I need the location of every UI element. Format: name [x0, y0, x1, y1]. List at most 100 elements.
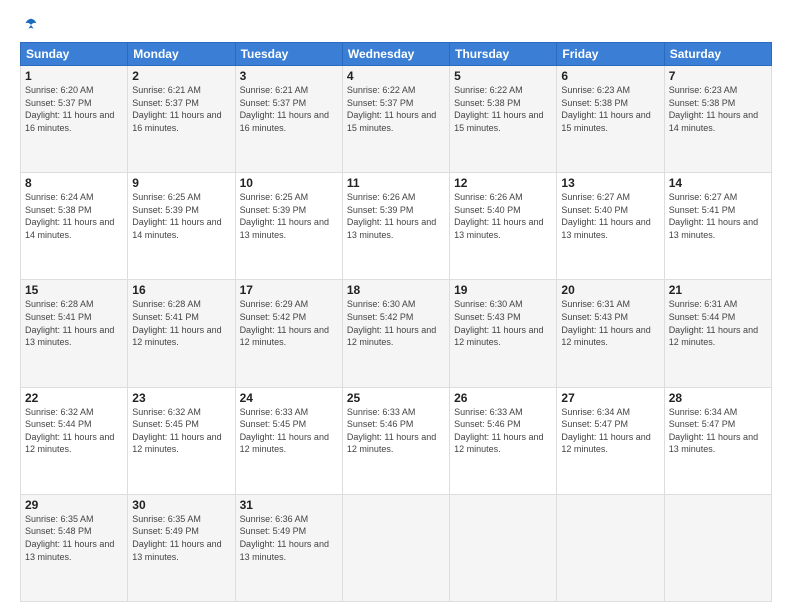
calendar-col-saturday: Saturday	[664, 43, 771, 66]
day-info: Sunrise: 6:28 AMSunset: 5:41 PMDaylight:…	[132, 298, 230, 348]
day-info: Sunrise: 6:31 AMSunset: 5:43 PMDaylight:…	[561, 298, 659, 348]
day-number: 21	[669, 283, 767, 297]
day-info: Sunrise: 6:29 AMSunset: 5:42 PMDaylight:…	[240, 298, 338, 348]
day-number: 30	[132, 498, 230, 512]
day-number: 3	[240, 69, 338, 83]
calendar-cell: 4Sunrise: 6:22 AMSunset: 5:37 PMDaylight…	[342, 66, 449, 173]
day-number: 26	[454, 391, 552, 405]
day-number: 7	[669, 69, 767, 83]
day-info: Sunrise: 6:25 AMSunset: 5:39 PMDaylight:…	[132, 191, 230, 241]
logo	[20, 16, 40, 34]
day-number: 29	[25, 498, 123, 512]
day-info: Sunrise: 6:22 AMSunset: 5:38 PMDaylight:…	[454, 84, 552, 134]
calendar-cell: 6Sunrise: 6:23 AMSunset: 5:38 PMDaylight…	[557, 66, 664, 173]
day-info: Sunrise: 6:32 AMSunset: 5:45 PMDaylight:…	[132, 406, 230, 456]
day-info: Sunrise: 6:33 AMSunset: 5:46 PMDaylight:…	[347, 406, 445, 456]
day-number: 17	[240, 283, 338, 297]
day-info: Sunrise: 6:20 AMSunset: 5:37 PMDaylight:…	[25, 84, 123, 134]
day-number: 9	[132, 176, 230, 190]
day-info: Sunrise: 6:27 AMSunset: 5:40 PMDaylight:…	[561, 191, 659, 241]
day-info: Sunrise: 6:35 AMSunset: 5:49 PMDaylight:…	[132, 513, 230, 563]
calendar-col-sunday: Sunday	[21, 43, 128, 66]
calendar-cell: 1Sunrise: 6:20 AMSunset: 5:37 PMDaylight…	[21, 66, 128, 173]
day-number: 6	[561, 69, 659, 83]
calendar-cell: 23Sunrise: 6:32 AMSunset: 5:45 PMDayligh…	[128, 387, 235, 494]
calendar-week-row: 15Sunrise: 6:28 AMSunset: 5:41 PMDayligh…	[21, 280, 772, 387]
day-info: Sunrise: 6:28 AMSunset: 5:41 PMDaylight:…	[25, 298, 123, 348]
day-number: 18	[347, 283, 445, 297]
calendar-header-row: SundayMondayTuesdayWednesdayThursdayFrid…	[21, 43, 772, 66]
day-number: 28	[669, 391, 767, 405]
calendar-cell	[342, 494, 449, 601]
day-info: Sunrise: 6:22 AMSunset: 5:37 PMDaylight:…	[347, 84, 445, 134]
calendar-table: SundayMondayTuesdayWednesdayThursdayFrid…	[20, 42, 772, 602]
day-number: 16	[132, 283, 230, 297]
page: SundayMondayTuesdayWednesdayThursdayFrid…	[0, 0, 792, 612]
calendar-cell: 12Sunrise: 6:26 AMSunset: 5:40 PMDayligh…	[450, 173, 557, 280]
calendar-cell: 10Sunrise: 6:25 AMSunset: 5:39 PMDayligh…	[235, 173, 342, 280]
calendar-col-tuesday: Tuesday	[235, 43, 342, 66]
day-number: 15	[25, 283, 123, 297]
calendar-col-friday: Friday	[557, 43, 664, 66]
calendar-cell: 17Sunrise: 6:29 AMSunset: 5:42 PMDayligh…	[235, 280, 342, 387]
day-info: Sunrise: 6:31 AMSunset: 5:44 PMDaylight:…	[669, 298, 767, 348]
header	[20, 16, 772, 34]
day-info: Sunrise: 6:35 AMSunset: 5:48 PMDaylight:…	[25, 513, 123, 563]
calendar-week-row: 29Sunrise: 6:35 AMSunset: 5:48 PMDayligh…	[21, 494, 772, 601]
calendar-cell: 14Sunrise: 6:27 AMSunset: 5:41 PMDayligh…	[664, 173, 771, 280]
calendar-cell: 27Sunrise: 6:34 AMSunset: 5:47 PMDayligh…	[557, 387, 664, 494]
calendar-cell: 29Sunrise: 6:35 AMSunset: 5:48 PMDayligh…	[21, 494, 128, 601]
day-info: Sunrise: 6:33 AMSunset: 5:45 PMDaylight:…	[240, 406, 338, 456]
day-info: Sunrise: 6:34 AMSunset: 5:47 PMDaylight:…	[669, 406, 767, 456]
calendar-cell: 15Sunrise: 6:28 AMSunset: 5:41 PMDayligh…	[21, 280, 128, 387]
day-number: 27	[561, 391, 659, 405]
day-number: 8	[25, 176, 123, 190]
day-number: 1	[25, 69, 123, 83]
calendar-week-row: 22Sunrise: 6:32 AMSunset: 5:44 PMDayligh…	[21, 387, 772, 494]
calendar-cell: 26Sunrise: 6:33 AMSunset: 5:46 PMDayligh…	[450, 387, 557, 494]
day-info: Sunrise: 6:33 AMSunset: 5:46 PMDaylight:…	[454, 406, 552, 456]
calendar-cell: 21Sunrise: 6:31 AMSunset: 5:44 PMDayligh…	[664, 280, 771, 387]
day-info: Sunrise: 6:23 AMSunset: 5:38 PMDaylight:…	[561, 84, 659, 134]
calendar-cell	[450, 494, 557, 601]
day-number: 22	[25, 391, 123, 405]
day-info: Sunrise: 6:26 AMSunset: 5:40 PMDaylight:…	[454, 191, 552, 241]
calendar-cell: 9Sunrise: 6:25 AMSunset: 5:39 PMDaylight…	[128, 173, 235, 280]
calendar-cell: 13Sunrise: 6:27 AMSunset: 5:40 PMDayligh…	[557, 173, 664, 280]
calendar-cell: 20Sunrise: 6:31 AMSunset: 5:43 PMDayligh…	[557, 280, 664, 387]
day-info: Sunrise: 6:27 AMSunset: 5:41 PMDaylight:…	[669, 191, 767, 241]
day-number: 24	[240, 391, 338, 405]
calendar-cell: 7Sunrise: 6:23 AMSunset: 5:38 PMDaylight…	[664, 66, 771, 173]
day-number: 4	[347, 69, 445, 83]
calendar-cell	[664, 494, 771, 601]
day-info: Sunrise: 6:24 AMSunset: 5:38 PMDaylight:…	[25, 191, 123, 241]
calendar-cell: 28Sunrise: 6:34 AMSunset: 5:47 PMDayligh…	[664, 387, 771, 494]
calendar-col-monday: Monday	[128, 43, 235, 66]
day-number: 12	[454, 176, 552, 190]
day-info: Sunrise: 6:23 AMSunset: 5:38 PMDaylight:…	[669, 84, 767, 134]
calendar-cell: 19Sunrise: 6:30 AMSunset: 5:43 PMDayligh…	[450, 280, 557, 387]
day-number: 25	[347, 391, 445, 405]
calendar-cell: 16Sunrise: 6:28 AMSunset: 5:41 PMDayligh…	[128, 280, 235, 387]
day-info: Sunrise: 6:30 AMSunset: 5:42 PMDaylight:…	[347, 298, 445, 348]
calendar-week-row: 1Sunrise: 6:20 AMSunset: 5:37 PMDaylight…	[21, 66, 772, 173]
calendar-cell: 11Sunrise: 6:26 AMSunset: 5:39 PMDayligh…	[342, 173, 449, 280]
day-number: 31	[240, 498, 338, 512]
calendar-cell: 31Sunrise: 6:36 AMSunset: 5:49 PMDayligh…	[235, 494, 342, 601]
calendar-cell: 24Sunrise: 6:33 AMSunset: 5:45 PMDayligh…	[235, 387, 342, 494]
calendar-week-row: 8Sunrise: 6:24 AMSunset: 5:38 PMDaylight…	[21, 173, 772, 280]
day-info: Sunrise: 6:26 AMSunset: 5:39 PMDaylight:…	[347, 191, 445, 241]
day-info: Sunrise: 6:32 AMSunset: 5:44 PMDaylight:…	[25, 406, 123, 456]
day-number: 11	[347, 176, 445, 190]
day-number: 23	[132, 391, 230, 405]
calendar-cell: 25Sunrise: 6:33 AMSunset: 5:46 PMDayligh…	[342, 387, 449, 494]
day-info: Sunrise: 6:30 AMSunset: 5:43 PMDaylight:…	[454, 298, 552, 348]
calendar-cell	[557, 494, 664, 601]
day-number: 19	[454, 283, 552, 297]
day-info: Sunrise: 6:21 AMSunset: 5:37 PMDaylight:…	[240, 84, 338, 134]
day-number: 20	[561, 283, 659, 297]
calendar-col-thursday: Thursday	[450, 43, 557, 66]
day-number: 5	[454, 69, 552, 83]
day-number: 10	[240, 176, 338, 190]
day-number: 13	[561, 176, 659, 190]
